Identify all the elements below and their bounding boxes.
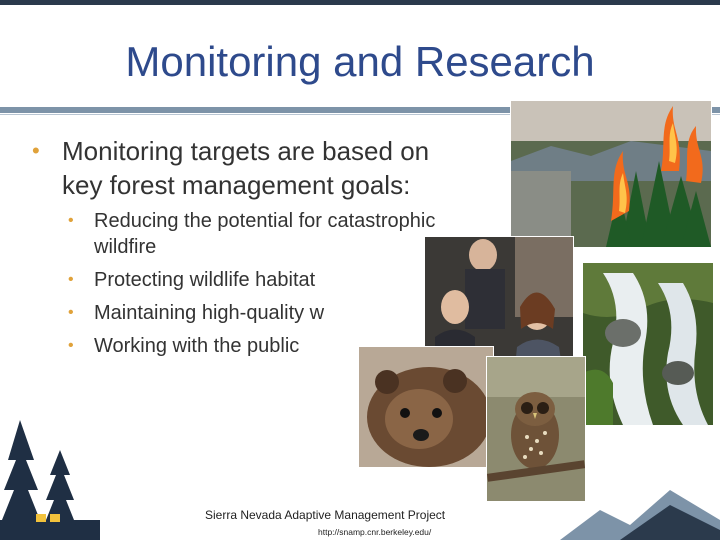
bullet-icon: • <box>68 337 74 354</box>
bullet-icon: • <box>68 212 74 229</box>
fisher-animal-photo <box>358 346 494 468</box>
sub-bullet-text: Protecting wildlife habitat <box>94 269 316 291</box>
forest-fire-photo <box>510 100 712 248</box>
bullet-list: • Monitoring targets are based on key fo… <box>30 134 450 366</box>
slide-title: Monitoring and Research <box>125 38 595 85</box>
footer-url[interactable]: http://snamp.cnr.berkeley.edu/ <box>318 527 431 537</box>
sub-bullet: • Reducing the potential for catastrophic… <box>64 208 450 260</box>
sub-bullet-list: • Reducing the potential for catastrophic… <box>64 208 450 359</box>
footer-project-name: Sierra Nevada Adaptive Management Projec… <box>205 508 446 522</box>
main-bullet: • Monitoring targets are based on key fo… <box>30 134 450 202</box>
sub-bullet-text: Maintaining high-quality w <box>94 302 325 324</box>
mountain-silhouette-icon <box>560 490 720 540</box>
sub-bullet-text: Reducing the potential for catastrophic … <box>94 210 436 258</box>
main-bullet-text: Monitoring targets are based on key fore… <box>62 136 430 200</box>
tree-silhouette-icon <box>0 420 100 540</box>
bullet-icon: • <box>68 304 74 321</box>
sub-bullet-text: Working with the public <box>94 335 300 357</box>
bullet-icon: • <box>32 138 40 163</box>
sub-bullet: • Protecting wildlife habitat <box>64 267 450 293</box>
bullet-icon: • <box>68 271 74 288</box>
waterfall-photo <box>582 262 714 426</box>
sub-bullet: • Maintaining high-quality w <box>64 300 450 326</box>
top-bar <box>0 0 720 5</box>
